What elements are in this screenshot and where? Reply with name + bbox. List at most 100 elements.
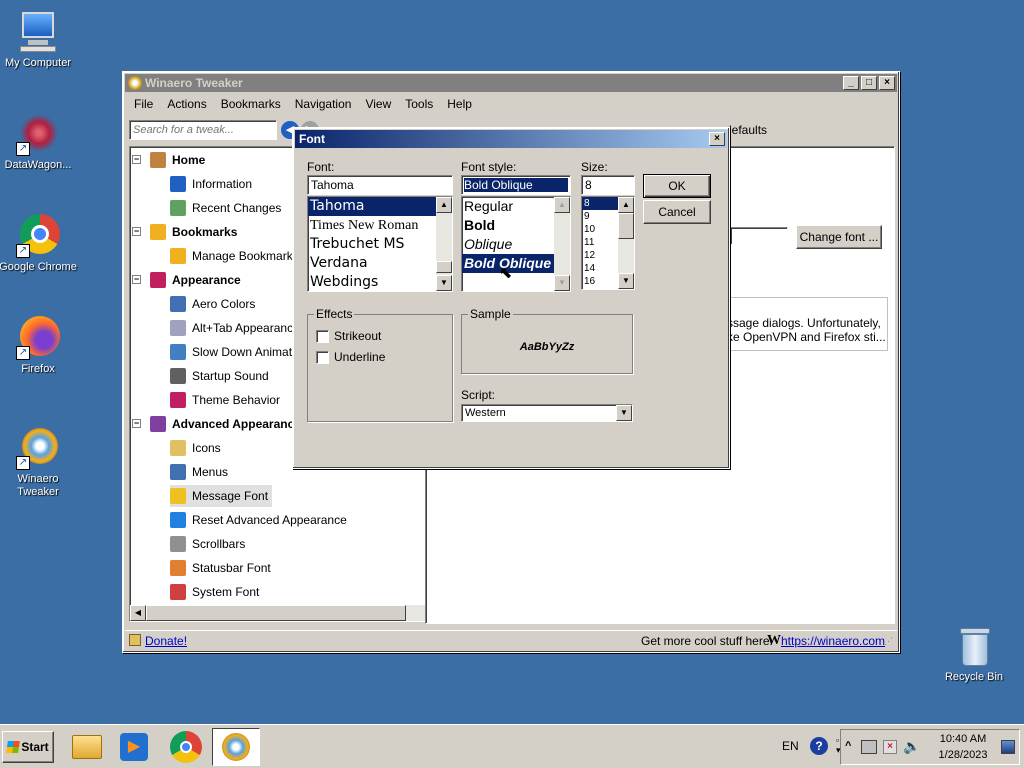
list-item[interactable]: Trebuchet MS [308, 235, 452, 254]
menu-file[interactable]: File [127, 97, 160, 111]
desktop-icon-recycle-bin[interactable]: Recycle Bin [934, 624, 1014, 684]
checkbox-box[interactable] [316, 350, 329, 364]
chevron-down-icon[interactable]: ▼ [616, 405, 632, 421]
change-font-button[interactable]: Change font ... [796, 225, 882, 249]
style-list-scrollbar[interactable]: ▲ ▼ [554, 197, 570, 291]
security-alert-icon[interactable]: × [883, 740, 897, 754]
tree-item[interactable]: Statusbar Font [170, 557, 271, 579]
tree-item[interactable]: Manage Bookmarks [170, 245, 299, 267]
tree-item[interactable]: Scrollbars [170, 533, 245, 555]
winaero-url-link[interactable]: https://winaero.com [781, 634, 885, 648]
tree-category[interactable]: − Advanced Appearance [132, 413, 301, 435]
tree-item[interactable]: Message Font [170, 485, 273, 507]
size-input[interactable] [581, 175, 635, 195]
scroll-left-button[interactable]: ◀ [130, 605, 146, 621]
tree-collapse-icon[interactable]: − [132, 275, 141, 284]
list-item[interactable]: Verdana [308, 254, 452, 273]
menu-help[interactable]: Help [440, 97, 479, 111]
tree-item[interactable]: Information [170, 173, 252, 195]
tree-item[interactable]: Aero Colors [170, 293, 255, 315]
list-item[interactable]: Webdings [308, 273, 452, 291]
network-icon[interactable] [861, 740, 877, 754]
desktop-icon-winaero-tweaker[interactable]: ↗ Winaero Tweaker [0, 426, 78, 499]
start-button[interactable]: Start [2, 731, 54, 763]
tree-item[interactable]: Theme Behavior [170, 389, 280, 411]
scroll-thumb[interactable] [436, 261, 452, 273]
underline-checkbox[interactable]: Underline [316, 350, 385, 364]
explorer-taskbar-icon[interactable] [72, 735, 102, 759]
tree-item[interactable]: Alt+Tab Appearance [170, 317, 300, 339]
scroll-up-button[interactable]: ▲ [618, 197, 634, 213]
search-input[interactable] [129, 120, 277, 140]
clock-date[interactable]: 1/28/2023 [929, 749, 997, 761]
list-item[interactable]: Times New Roman [308, 216, 452, 235]
strikeout-checkbox[interactable]: Strikeout [316, 329, 381, 343]
tree-collapse-icon[interactable]: − [132, 155, 141, 164]
donate-link[interactable]: Donate! [145, 634, 187, 648]
desktop-icon-google-chrome[interactable]: ↗ Google Chrome [0, 214, 78, 274]
minimize-button[interactable]: _ [843, 76, 859, 90]
scroll-down-button[interactable]: ▼ [436, 275, 452, 291]
checkbox-box[interactable] [316, 329, 329, 343]
desktop-icon-firefox[interactable]: ↗ Firefox [0, 316, 78, 376]
language-indicator[interactable]: EN [782, 739, 799, 753]
tree-category[interactable]: − Home [132, 149, 205, 171]
resize-grip-icon[interactable]: ⋰ [884, 636, 893, 647]
donate-icon [129, 634, 141, 646]
clock-time[interactable]: 10:40 AM [931, 733, 995, 745]
menu-actions[interactable]: Actions [160, 97, 213, 111]
close-button[interactable]: × [879, 76, 895, 90]
list-item[interactable]: Tahoma [308, 197, 452, 216]
script-select[interactable]: Western ▼ [461, 404, 633, 422]
menu-view[interactable]: View [358, 97, 398, 111]
scroll-up-button[interactable]: ▲ [436, 197, 452, 213]
reset-defaults-label[interactable]: defaults [725, 123, 767, 137]
font-style-input[interactable] [461, 175, 571, 195]
horizontal-scroll-thumb[interactable] [146, 605, 406, 621]
tree-category[interactable]: − Bookmarks [132, 221, 237, 243]
tree-item[interactable]: Startup Sound [170, 365, 269, 387]
size-list-scrollbar[interactable]: ▲ ▼ [618, 197, 634, 289]
tree-collapse-icon[interactable]: − [132, 419, 141, 428]
font-dialog-titlebar[interactable]: Font × [295, 130, 727, 148]
tree-category[interactable]: − Appearance [132, 269, 241, 291]
tree-item[interactable]: Icons [170, 437, 221, 459]
chrome-taskbar-icon[interactable] [170, 731, 202, 763]
tree-item-icon [170, 560, 186, 576]
show-hidden-icons-icon[interactable]: ^ [845, 740, 851, 752]
underline-label: Underline [334, 350, 386, 364]
help-icon[interactable]: ? [810, 737, 828, 755]
winaero-taskbar-button[interactable] [212, 728, 260, 766]
font-style-list[interactable]: Regular Bold Oblique Bold Oblique ▲ ▼ [461, 196, 571, 292]
font-list-scrollbar[interactable]: ▲ ▼ [436, 197, 452, 291]
effects-label: Effects [314, 307, 355, 321]
font-dialog: Font × Font: Tahoma Times New Roman Treb… [292, 127, 730, 469]
desktop-icon-label: Recycle Bin [944, 671, 1004, 683]
scroll-down-button[interactable]: ▼ [618, 273, 634, 289]
font-dialog-title: Font [299, 132, 325, 146]
ok-button[interactable]: OK [643, 174, 711, 198]
font-name-input[interactable] [307, 175, 453, 195]
menu-navigation[interactable]: Navigation [288, 97, 359, 111]
menu-tools[interactable]: Tools [398, 97, 440, 111]
cancel-button[interactable]: Cancel [643, 200, 711, 224]
maximize-button[interactable]: □ [861, 76, 877, 90]
show-desktop-icon[interactable] [1001, 740, 1015, 754]
sample-group: Sample AaBbYyZz [461, 307, 633, 374]
tree-item[interactable]: Recent Changes [170, 197, 281, 219]
tree-item[interactable]: Reset Advanced Appearance [170, 509, 347, 531]
tree-collapse-icon[interactable]: − [132, 227, 141, 236]
size-list[interactable]: 8 9 10 11 12 14 16 ▲ ▼ [581, 196, 635, 290]
desktop-icon-my-computer[interactable]: My Computer [0, 10, 78, 70]
scroll-thumb[interactable] [618, 213, 634, 239]
font-name-list[interactable]: Tahoma Times New Roman Trebuchet MS Verd… [307, 196, 453, 292]
media-player-taskbar-icon[interactable]: ▶ [120, 733, 148, 761]
font-dialog-close-button[interactable]: × [709, 132, 725, 146]
main-window-title: Winaero Tweaker [145, 76, 243, 90]
tree-item[interactable]: Menus [170, 461, 228, 483]
menu-bookmarks[interactable]: Bookmarks [214, 97, 288, 111]
main-titlebar[interactable]: Winaero Tweaker _ □ × [125, 74, 897, 92]
desktop-icon-datawagon[interactable]: ↗ DataWagon... [0, 112, 78, 172]
volume-icon[interactable]: 🔈 [903, 738, 920, 755]
tree-item[interactable]: System Font [170, 581, 259, 603]
